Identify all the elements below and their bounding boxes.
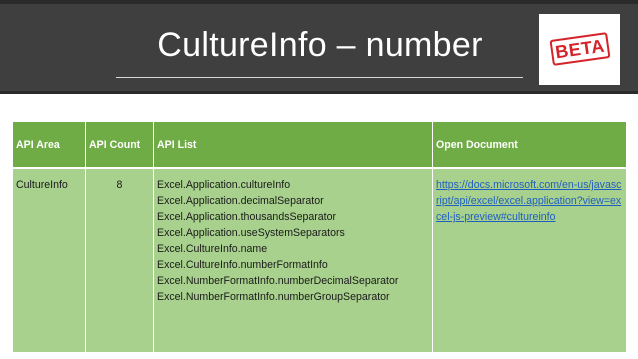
api-list-item: Excel.NumberFormatInfo.numberGroupSepara… (157, 291, 390, 303)
open-document-link[interactable]: https://docs.microsoft.com/en-us/javascr… (436, 179, 621, 223)
api-list-item: Excel.Application.useSystemSeparators (157, 227, 345, 239)
api-list-item: Excel.Application.cultureInfo (157, 179, 291, 191)
cell-api-list: Excel.Application.cultureInfo Excel.Appl… (153, 168, 433, 352)
api-list-item: Excel.NumberFormatInfo.numberDecimalSepa… (157, 275, 399, 287)
title-underline (116, 77, 523, 78)
api-list-item: Excel.CultureInfo.name (157, 243, 268, 255)
title-banner: CultureInfo – number BETA (0, 0, 638, 94)
api-list-item: Excel.CultureInfo.numberFormatInfo (157, 259, 328, 271)
slide-title: CultureInfo – number (157, 26, 483, 64)
cell-api-area: CultureInfo (12, 168, 86, 352)
beta-logo: BETA (539, 14, 620, 85)
header-api-list: API List (153, 122, 433, 168)
header-open-document: Open Document (432, 122, 627, 168)
api-table: API Area API Count API List Open Documen… (12, 122, 627, 352)
cell-api-count: 8 (85, 168, 154, 352)
table-header-row: API Area API Count API List Open Documen… (12, 122, 627, 168)
cell-open-document: https://docs.microsoft.com/en-us/javascr… (432, 168, 627, 352)
header-api-area: API Area (12, 122, 86, 168)
table-row: CultureInfo 8 Excel.Application.cultureI… (12, 168, 627, 352)
api-list-item: Excel.Application.thousandsSeparator (157, 211, 337, 223)
beta-badge: BETA (549, 32, 611, 66)
header-api-count: API Count (85, 122, 154, 168)
api-list-item: Excel.Application.decimalSeparator (157, 195, 324, 207)
